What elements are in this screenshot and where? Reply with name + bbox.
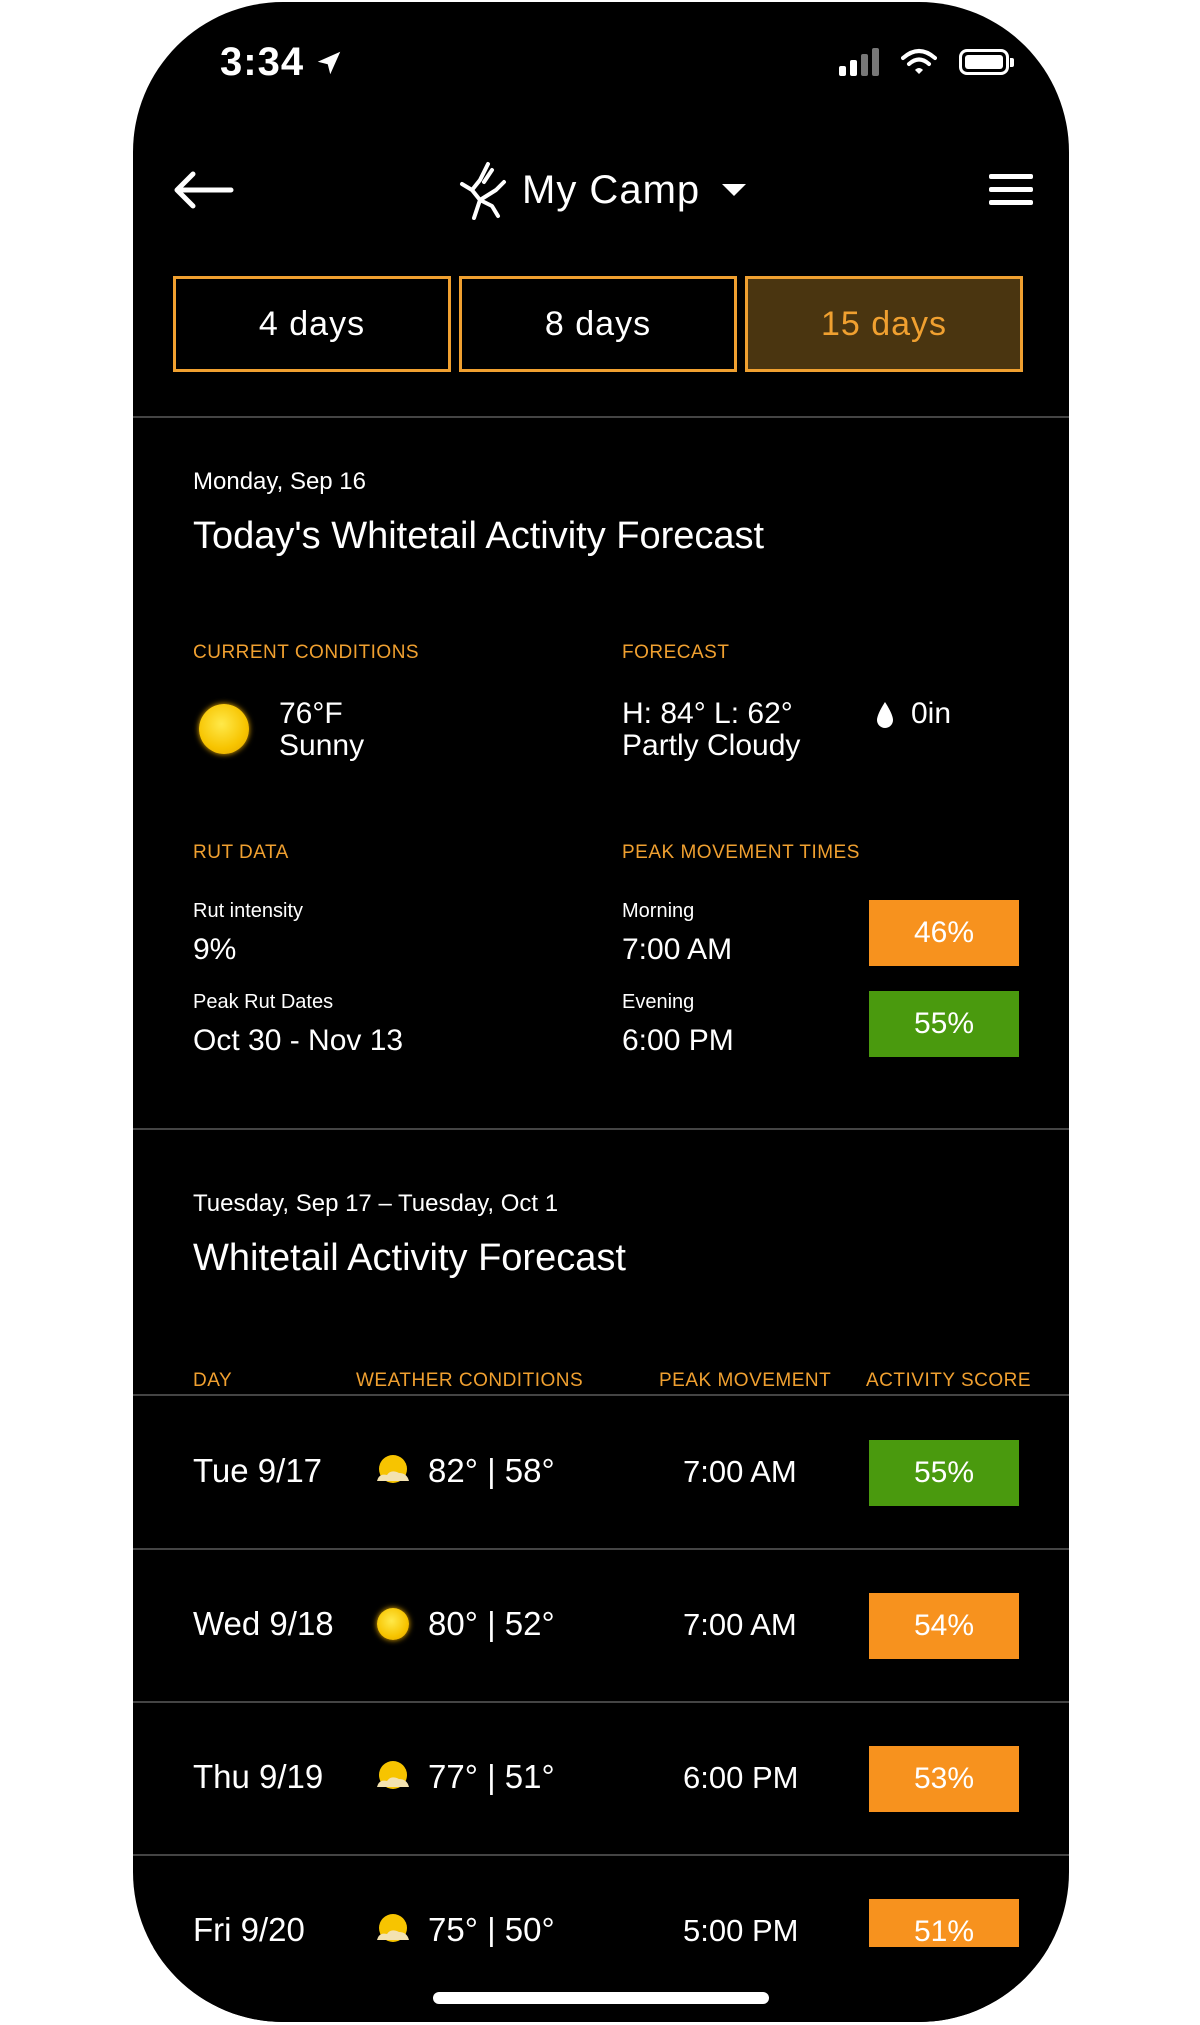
rut-intensity-value: 9% bbox=[193, 933, 237, 966]
forecast-label: FORECAST bbox=[622, 642, 730, 663]
evening-score-badge: 55% bbox=[869, 991, 1019, 1057]
top-nav: My Camp bbox=[133, 152, 1069, 232]
camp-selector[interactable]: My Camp bbox=[458, 160, 747, 220]
column-peak: PEAK MOVEMENT bbox=[659, 1370, 832, 1391]
status-icons bbox=[839, 48, 1014, 76]
partly-cloudy-icon bbox=[373, 1451, 413, 1491]
precip-amount: 0in bbox=[911, 697, 952, 730]
row-day: Wed 9/18 bbox=[193, 1605, 334, 1642]
sun-icon bbox=[373, 1604, 413, 1644]
row-day: Fri 9/20 bbox=[193, 1911, 305, 1948]
peak-rut-value: Oct 30 - Nov 13 bbox=[193, 1024, 404, 1057]
current-temp: 76°F bbox=[279, 697, 343, 730]
raindrop-icon bbox=[877, 702, 893, 728]
row-temps: 77° | 51° bbox=[428, 1758, 555, 1795]
sun-icon bbox=[199, 704, 249, 754]
cellular-signal-icon bbox=[839, 48, 879, 76]
row-temps: 80° | 52° bbox=[428, 1605, 555, 1642]
battery-icon bbox=[959, 49, 1014, 75]
current-conditions-label: CURRENT CONDITIONS bbox=[193, 642, 420, 663]
morning-label: Morning bbox=[622, 900, 695, 922]
table-row[interactable]: Thu 9/19 77° | 51° 6:00 PM 53% bbox=[133, 1702, 1069, 1856]
row-day: Tue 9/17 bbox=[193, 1452, 323, 1489]
divider bbox=[133, 1128, 1069, 1130]
forecast-condition: Partly Cloudy bbox=[622, 729, 801, 762]
day-range-tabs: 4 days 8 days 15 days bbox=[173, 276, 1023, 372]
row-activity-score: 55% bbox=[869, 1440, 1019, 1506]
wifi-icon bbox=[901, 49, 937, 74]
row-peak-time: 7:00 AM bbox=[683, 1454, 797, 1489]
tab-15-days[interactable]: 15 days bbox=[745, 276, 1023, 372]
extended-title: Whitetail Activity Forecast bbox=[193, 1237, 626, 1279]
morning-time: 7:00 AM bbox=[622, 933, 733, 966]
partly-cloudy-icon bbox=[373, 1757, 413, 1797]
status-time-text: 3:34 bbox=[220, 40, 305, 84]
table-row[interactable]: Tue 9/17 82° | 58° 7:00 AM 55% bbox=[133, 1396, 1069, 1550]
column-weather: WEATHER CONDITIONS bbox=[356, 1370, 584, 1391]
row-temps: 75° | 50° bbox=[428, 1911, 555, 1948]
status-time: 3:34 bbox=[220, 40, 344, 85]
row-peak-time: 7:00 AM bbox=[683, 1607, 797, 1642]
column-day: DAY bbox=[193, 1370, 233, 1391]
deer-logo-icon bbox=[460, 162, 506, 220]
home-indicator[interactable] bbox=[433, 1992, 769, 2004]
row-day: Thu 9/19 bbox=[193, 1758, 324, 1795]
today-date: Monday, Sep 16 bbox=[193, 468, 367, 495]
rut-intensity-label: Rut intensity bbox=[193, 900, 304, 922]
tab-4-days[interactable]: 4 days bbox=[173, 276, 451, 372]
today-title: Today's Whitetail Activity Forecast bbox=[193, 515, 765, 557]
column-score: ACTIVITY SCORE bbox=[866, 1370, 1032, 1391]
back-arrow-icon[interactable] bbox=[171, 166, 235, 214]
divider bbox=[133, 416, 1069, 418]
forecast-high-low: H: 84° L: 62° bbox=[622, 697, 793, 730]
table-row[interactable]: Wed 9/18 80° | 52° 7:00 AM 54% bbox=[133, 1549, 1069, 1703]
phone-frame: 3:34 My Camp 4 days 8 days 15 days Monda… bbox=[133, 2, 1069, 2022]
partly-cloudy-icon bbox=[373, 1910, 413, 1950]
extended-date-range: Tuesday, Sep 17 – Tuesday, Oct 1 bbox=[193, 1190, 559, 1217]
bottom-mask bbox=[133, 1947, 1069, 2022]
peak-rut-label: Peak Rut Dates bbox=[193, 991, 334, 1013]
row-activity-score: 54% bbox=[869, 1593, 1019, 1659]
tab-8-days[interactable]: 8 days bbox=[459, 276, 737, 372]
location-arrow-icon bbox=[317, 51, 341, 74]
morning-score-badge: 46% bbox=[869, 900, 1019, 966]
chevron-down-icon bbox=[722, 184, 747, 196]
current-condition: Sunny bbox=[279, 729, 365, 762]
peak-movement-label: PEAK MOVEMENT TIMES bbox=[622, 842, 860, 863]
rut-data-label: RUT DATA bbox=[193, 842, 289, 863]
camp-name: My Camp bbox=[522, 167, 701, 212]
row-peak-time: 6:00 PM bbox=[683, 1760, 799, 1795]
row-peak-time: 5:00 PM bbox=[683, 1913, 799, 1948]
hamburger-menu-icon[interactable] bbox=[989, 174, 1033, 208]
row-activity-score: 53% bbox=[869, 1746, 1019, 1812]
row-temps: 82° | 58° bbox=[428, 1452, 555, 1489]
evening-label: Evening bbox=[622, 991, 695, 1013]
app-screen: 3:34 My Camp 4 days 8 days 15 days Monda… bbox=[133, 2, 1069, 2022]
evening-time: 6:00 PM bbox=[622, 1024, 734, 1057]
